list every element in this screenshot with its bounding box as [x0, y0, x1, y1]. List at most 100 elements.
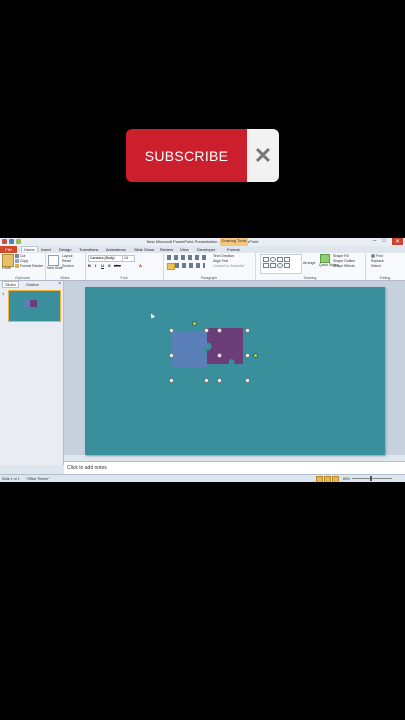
zoom-slider[interactable] [352, 478, 392, 479]
zoom-slider-knob[interactable] [370, 476, 372, 481]
slide-sorter-icon[interactable] [324, 476, 331, 482]
shadow-button[interactable]: S [108, 263, 111, 268]
align-left-button[interactable] [167, 263, 175, 270]
convert-smartart-button[interactable]: Convert to SmartArt [213, 264, 244, 268]
font-group-label: Font [120, 276, 128, 280]
font-size-select[interactable]: 14 [122, 255, 135, 262]
editing-group-label: Editing [379, 276, 391, 280]
copy-button[interactable]: Copy [15, 259, 28, 264]
select-button[interactable]: Select [371, 264, 381, 268]
tab-insert[interactable]: Insert [41, 247, 51, 252]
tab-developer[interactable]: Developer [197, 247, 215, 252]
subscribe-button[interactable]: SUBSCRIBE [126, 129, 247, 182]
tab-review[interactable]: Review [160, 247, 173, 252]
scissors-icon [15, 254, 19, 259]
shape-arrow-icon[interactable] [284, 257, 290, 262]
tab-home[interactable]: Home [21, 246, 38, 252]
tab-file[interactable]: File [0, 246, 17, 253]
tab-slides[interactable]: Slides [2, 281, 19, 288]
selection-handle[interactable] [204, 328, 209, 333]
arrange-button[interactable]: Arrange [303, 261, 315, 265]
close-window-button[interactable]: ✕ [391, 238, 403, 245]
text-direction-button[interactable]: Text Direction [213, 254, 234, 258]
new-slide-icon[interactable] [48, 255, 59, 266]
alignment-icons[interactable] [175, 263, 205, 268]
selection-handle[interactable] [245, 378, 250, 383]
italic-button[interactable]: I [95, 263, 96, 268]
strikethrough-button[interactable]: abc [114, 263, 121, 268]
shape-effects-button[interactable]: Shape Effects [333, 264, 355, 268]
underline-button[interactable]: U [101, 263, 104, 268]
subscribe-banner[interactable]: SUBSCRIBE ✕ [126, 129, 279, 182]
new-slide-button[interactable]: New Slide [47, 266, 63, 270]
tab-design[interactable]: Design [59, 247, 71, 252]
bold-button[interactable]: B [88, 263, 91, 268]
find-button[interactable]: Find [371, 254, 383, 259]
selection-handle[interactable] [245, 353, 250, 358]
clipboard-group-label: Clipboard [15, 276, 30, 280]
selection-handle[interactable] [169, 328, 174, 333]
tab-slide-show[interactable]: Slide Show [134, 247, 154, 252]
slide-canvas[interactable] [85, 287, 385, 455]
drawing-group-label: Drawing [303, 276, 317, 280]
window-controls[interactable]: – □ ✕ [373, 238, 403, 245]
close-pane-icon[interactable]: × [58, 281, 61, 287]
tab-animations[interactable]: Animations [106, 247, 126, 252]
slide-thumbnail[interactable] [8, 290, 61, 322]
find-icon [371, 254, 375, 259]
align-text-button[interactable]: Align Text [213, 259, 228, 263]
close-icon[interactable]: ✕ [247, 129, 279, 182]
layout-button[interactable]: Layout [62, 254, 73, 258]
powerpoint-window: New Microsoft PowerPoint Presentation - … [0, 238, 405, 482]
maximize-button[interactable]: □ [382, 238, 386, 245]
replace-button[interactable]: Replace [371, 259, 384, 263]
rotation-handle[interactable] [253, 353, 258, 358]
shape-line-icon[interactable] [277, 257, 283, 262]
minimize-button[interactable]: – [373, 238, 376, 245]
tab-view[interactable]: View [180, 247, 189, 252]
theme-name: "Office Theme" [26, 477, 50, 481]
reset-button[interactable]: Reset [62, 259, 71, 263]
mouse-cursor [149, 312, 155, 319]
format-painter-button[interactable]: Format Painter [15, 264, 43, 269]
shape-oval-icon[interactable] [270, 257, 276, 262]
zoom-level[interactable]: 80% [343, 477, 350, 481]
shape-circle-icon[interactable] [277, 263, 283, 268]
selection-handle[interactable] [169, 378, 174, 383]
quick-styles-icon[interactable] [320, 254, 330, 263]
font-color-button[interactable]: A [139, 263, 142, 268]
puzzle-piece-purple[interactable] [207, 328, 247, 364]
shape-fill-button[interactable]: Shape Fill [333, 254, 349, 258]
selection-handle[interactable] [245, 328, 250, 333]
list-icons[interactable] [167, 255, 207, 260]
selection-handle[interactable] [217, 378, 222, 383]
tab-outline[interactable]: Outline [24, 282, 41, 287]
selection-handle[interactable] [204, 378, 209, 383]
paragraph-group: Text Direction Align Text Convert to Sma… [163, 253, 256, 280]
selection-handle[interactable] [217, 328, 222, 333]
cut-button[interactable]: Cut [15, 254, 25, 259]
selection-handle[interactable] [169, 353, 174, 358]
shape-star-icon[interactable] [284, 263, 290, 268]
shape-rectangle-icon[interactable] [263, 257, 269, 262]
selection-handle[interactable] [217, 353, 222, 358]
shape-outline-button[interactable]: Shape Outline [333, 259, 355, 263]
font-name-select[interactable]: Candara (Body) [88, 255, 124, 262]
brush-icon [15, 264, 19, 269]
slide-number: 1 [2, 291, 5, 296]
notes-placeholder[interactable]: Click to add notes [67, 465, 107, 471]
paste-button[interactable]: Paste [2, 266, 11, 270]
shapes-gallery[interactable] [260, 254, 302, 274]
tab-transitions[interactable]: Transitions [79, 247, 98, 252]
section-button[interactable]: Section [62, 264, 74, 268]
tab-format[interactable]: Format [227, 247, 240, 252]
puzzle-piece-blue[interactable] [172, 329, 208, 369]
view-buttons[interactable] [316, 476, 339, 482]
rotation-handle[interactable] [192, 321, 197, 326]
normal-view-icon[interactable] [316, 476, 323, 482]
shape-triangle-icon[interactable] [263, 263, 269, 268]
slide-count: Slide 1 of 1 [2, 477, 20, 481]
notes-pane[interactable]: Click to add notes [64, 461, 405, 474]
shape-rounded-icon[interactable] [270, 263, 276, 268]
reading-view-icon[interactable] [332, 476, 339, 482]
